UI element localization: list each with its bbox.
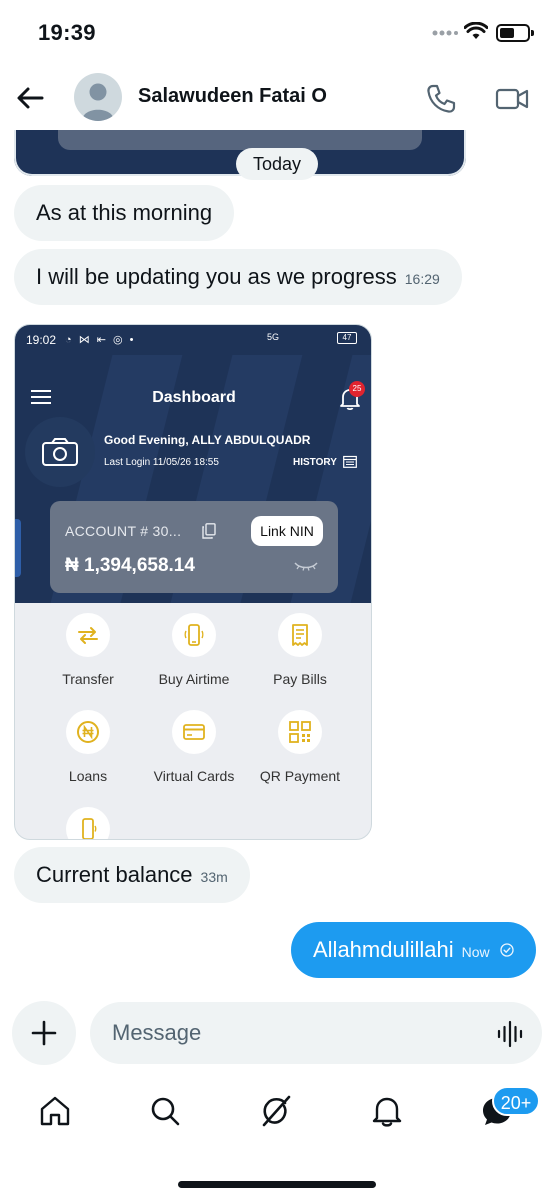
screenshot-last-login: Last Login 11/05/26 18:55 bbox=[104, 457, 219, 468]
action-virtual-cards: Virtual Cards bbox=[139, 710, 249, 784]
message-bubble-incoming[interactable]: As at this morning bbox=[14, 185, 235, 241]
message-timestamp: 16:29 bbox=[404, 271, 440, 287]
transfer-icon bbox=[78, 627, 98, 644]
message-text: I will be updating you as we progress bbox=[36, 264, 397, 289]
status-time: 19:39 bbox=[38, 20, 96, 45]
side-tab bbox=[15, 519, 21, 577]
account-number: ACCOUNT # 30... bbox=[65, 523, 182, 539]
image-message[interactable]: 19:02 ◔ ⋈ ⇤ ◎ • 5G 47 Dashboard 25 Good … bbox=[14, 324, 372, 840]
bottom-navigation bbox=[0, 1080, 554, 1150]
link-nin-button: Link NIN bbox=[251, 516, 323, 546]
plus-icon bbox=[31, 1020, 57, 1046]
notification-badge: 25 bbox=[349, 381, 365, 397]
grok-icon[interactable] bbox=[259, 1094, 293, 1128]
action-loans: Loans bbox=[33, 710, 143, 784]
action-mobile bbox=[33, 807, 143, 839]
screenshot-battery: 47 bbox=[337, 332, 357, 344]
account-balance: ₦ 1,394,658.14 bbox=[65, 555, 195, 576]
action-label: Transfer bbox=[62, 671, 114, 687]
message-text: Current balance bbox=[36, 862, 193, 887]
screenshot-notification-icons: ◔ ⋈ ⇤ ◎ • bbox=[65, 334, 136, 346]
screenshot-greeting: Good Evening, ALLY ABDULQUADR bbox=[104, 433, 311, 447]
chat-header: Salawudeen Fatai O bbox=[0, 64, 554, 130]
default-avatar-icon bbox=[82, 83, 114, 121]
messages-badge: 20+ bbox=[492, 1086, 540, 1116]
action-qr-payment: QR Payment bbox=[245, 710, 355, 784]
copy-icon bbox=[202, 523, 216, 539]
message-bubble-incoming[interactable]: Current balance 33m bbox=[14, 847, 250, 903]
action-label: Virtual Cards bbox=[153, 768, 235, 784]
date-separator: Today bbox=[236, 148, 318, 180]
screenshot-network: 5G bbox=[267, 332, 280, 342]
camera-icon bbox=[42, 438, 78, 466]
wifi-icon bbox=[464, 22, 488, 39]
message-bubble-outgoing[interactable]: Allahmdulillahi Now bbox=[291, 922, 536, 978]
notifications-icon[interactable] bbox=[370, 1094, 404, 1128]
account-card: ACCOUNT # 30... Link NIN ₦ 1,394,658.14 bbox=[50, 501, 338, 593]
message-timestamp: 33m bbox=[200, 869, 228, 885]
screenshot-history-label: HISTORY bbox=[293, 457, 337, 468]
message-timestamp: Now bbox=[461, 944, 490, 960]
action-label: QR Payment bbox=[259, 768, 341, 784]
action-label: Pay Bills bbox=[273, 671, 327, 687]
action-label: Buy Airtime bbox=[158, 671, 230, 687]
action-pay-bills: Pay Bills bbox=[245, 613, 355, 687]
message-bubble-incoming[interactable]: I will be updating you as we progress 16:… bbox=[14, 249, 462, 305]
voice-icon[interactable] bbox=[496, 1020, 524, 1048]
read-check-icon bbox=[500, 943, 514, 957]
add-attachment-button[interactable] bbox=[12, 1001, 76, 1065]
home-icon[interactable] bbox=[38, 1094, 72, 1128]
status-bar: 19:39 bbox=[0, 0, 554, 64]
video-call-icon[interactable] bbox=[494, 82, 530, 116]
message-placeholder: Message bbox=[112, 1020, 202, 1045]
phone-airtime-icon bbox=[184, 624, 204, 646]
action-label: Loans bbox=[68, 768, 108, 784]
phone-icon[interactable] bbox=[424, 82, 458, 116]
profile-camera bbox=[25, 417, 95, 487]
message-text: Allahmdulillahi bbox=[313, 937, 454, 962]
signal-icon bbox=[432, 30, 458, 36]
action-transfer: Transfer bbox=[33, 613, 143, 687]
naira-icon bbox=[77, 721, 99, 743]
bill-icon bbox=[292, 624, 308, 646]
message-input[interactable]: Message bbox=[90, 1002, 542, 1064]
action-buy-airtime: Buy Airtime bbox=[139, 613, 249, 687]
screenshot-title: Dashboard bbox=[152, 389, 236, 406]
battery-icon bbox=[496, 24, 534, 42]
screenshot-status-time: 19:02 bbox=[26, 333, 57, 347]
back-arrow-icon[interactable] bbox=[14, 82, 46, 114]
message-text: As at this morning bbox=[36, 200, 213, 225]
contact-name[interactable]: Salawudeen Fatai O bbox=[138, 85, 327, 108]
eye-closed-icon bbox=[294, 562, 318, 571]
mobile-icon bbox=[82, 818, 97, 839]
calendar-icon bbox=[343, 455, 357, 468]
avatar[interactable] bbox=[74, 73, 122, 121]
home-indicator[interactable] bbox=[178, 1181, 376, 1188]
card-icon bbox=[183, 724, 205, 740]
qr-icon bbox=[289, 721, 311, 743]
search-icon[interactable] bbox=[148, 1094, 182, 1128]
